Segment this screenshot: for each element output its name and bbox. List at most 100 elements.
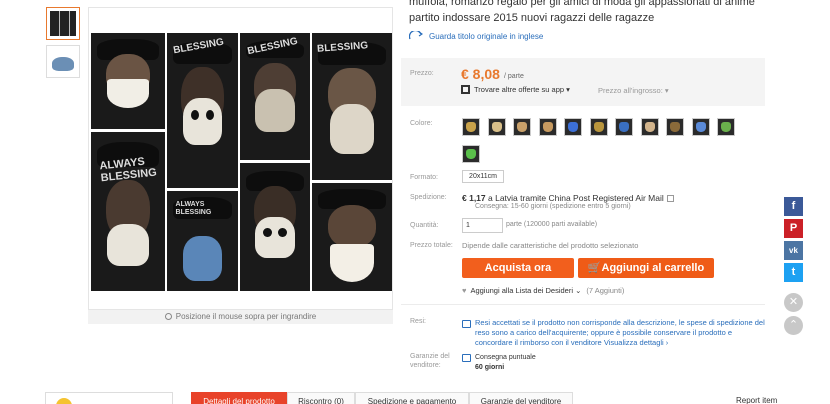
add-to-cart-button[interactable]: 🛒Aggiungi al carrello bbox=[578, 258, 714, 278]
color-swatch[interactable] bbox=[487, 118, 506, 136]
caret-down-icon: ▾ bbox=[566, 85, 570, 94]
collage-tile: ALWAYS BLESSING bbox=[91, 132, 165, 291]
product-title: muffola, romanzo regalo per gli amici di… bbox=[409, 0, 769, 26]
title-line-2: partito indossare 2015 nuovi ragazzi del… bbox=[409, 12, 655, 24]
color-swatch[interactable] bbox=[564, 118, 582, 136]
main-product-image[interactable]: ALWAYS BLESSING BLESSING ALWAYS BLESSING… bbox=[88, 7, 393, 310]
vk-share-icon[interactable]: vk bbox=[784, 241, 803, 260]
mask-icon bbox=[619, 122, 629, 132]
delivery-icon bbox=[462, 354, 471, 362]
facebook-share-icon[interactable]: f bbox=[784, 197, 803, 216]
mask-icon bbox=[517, 122, 527, 132]
thumbnail-2[interactable] bbox=[46, 45, 80, 78]
mask-icon bbox=[466, 149, 476, 159]
close-icon[interactable]: ✕ bbox=[784, 293, 803, 312]
scroll-top-icon[interactable]: ⌃ bbox=[784, 316, 803, 335]
color-label: Colore: bbox=[410, 120, 433, 127]
guarantee-label: Garanzie del venditore: bbox=[410, 353, 450, 369]
format-option[interactable]: 20x11cm bbox=[462, 170, 504, 183]
shipping-info: € 1,17 a Latvia tramite China Post Regis… bbox=[462, 193, 674, 203]
twitter-share-icon[interactable]: t bbox=[784, 263, 803, 282]
shipping-price: € 1,17 bbox=[462, 193, 486, 203]
returns-policy: Resi accettati se il prodotto non corris… bbox=[475, 318, 767, 348]
tab-seller-guarantees[interactable]: Garanzie del venditore bbox=[469, 392, 573, 404]
color-swatch[interactable] bbox=[666, 118, 684, 136]
color-swatch[interactable] bbox=[513, 118, 531, 136]
quantity-label: Quantità: bbox=[410, 222, 439, 229]
magnifier-icon bbox=[164, 313, 172, 320]
tab-shipping-payment[interactable]: Spedizione e pagamento bbox=[355, 392, 469, 404]
divider bbox=[401, 304, 765, 305]
returns-label: Resi: bbox=[410, 318, 426, 325]
total-note: Dipende dalle caratteristiche del prodot… bbox=[462, 241, 639, 250]
thumbnail-image bbox=[50, 49, 76, 74]
color-swatch[interactable] bbox=[691, 118, 710, 136]
wishlist-count: (7 Aggiunti) bbox=[586, 286, 625, 295]
pinterest-share-icon[interactable]: P bbox=[784, 219, 803, 238]
mask-icon bbox=[542, 122, 553, 132]
view-original-text: Guarda titolo originale in inglese bbox=[429, 32, 544, 41]
color-swatch[interactable] bbox=[462, 145, 480, 163]
delivery-note: Consegna: 15-60 giorni (spedizione entro… bbox=[475, 203, 631, 210]
tab-feedback[interactable]: Riscontro (0) bbox=[287, 392, 355, 404]
tab-product-details[interactable]: Dettagli del prodotto bbox=[191, 392, 287, 404]
heart-icon: ♥ bbox=[462, 286, 467, 295]
image-collage: ALWAYS BLESSING BLESSING ALWAYS BLESSING… bbox=[91, 33, 392, 291]
price-unit: / parte bbox=[504, 73, 524, 80]
qr-code-icon bbox=[461, 85, 470, 94]
price-label: Prezzo: bbox=[410, 70, 434, 77]
report-item-link[interactable]: Report item bbox=[736, 396, 777, 404]
app-offers-text: Trovare altre offerte su app bbox=[474, 85, 565, 94]
shipping-method: a Latvia tramite China Post Registered A… bbox=[488, 193, 664, 203]
color-swatch[interactable] bbox=[462, 118, 480, 136]
price-value: € 8,08 bbox=[461, 66, 500, 82]
mask-icon bbox=[644, 122, 655, 132]
price-panel bbox=[401, 58, 765, 106]
format-label: Formato: bbox=[410, 174, 439, 181]
color-swatch[interactable] bbox=[589, 118, 608, 136]
collage-tile: BLESSING bbox=[312, 33, 392, 180]
store-box bbox=[45, 392, 173, 404]
shipping-dropdown-icon[interactable] bbox=[666, 195, 674, 202]
color-swatch[interactable] bbox=[538, 118, 557, 136]
guarantee-days: 60 giorni bbox=[475, 364, 505, 371]
returns-details-link[interactable]: Visualizza dettagli › bbox=[604, 338, 668, 347]
mask-icon bbox=[721, 122, 731, 132]
wholesale-price-dropdown[interactable]: Prezzo all'ingrosso: ▾ bbox=[598, 86, 669, 95]
color-swatch[interactable] bbox=[615, 118, 633, 136]
app-offers-dropdown[interactable]: Trovare altre offerte su app ▾ bbox=[461, 85, 570, 94]
mask-icon bbox=[593, 122, 604, 132]
shipping-label: Spedizione: bbox=[410, 194, 447, 201]
mask-icon bbox=[670, 122, 680, 132]
collage-tile: ALWAYS BLESSING bbox=[167, 191, 238, 291]
total-label: Prezzo totale: bbox=[410, 242, 453, 249]
product-page: ALWAYS BLESSING BLESSING ALWAYS BLESSING… bbox=[0, 0, 830, 404]
collage-tile: BLESSING bbox=[240, 33, 310, 160]
wishlist-text: Aggiungi alla Lista dei Desideri bbox=[470, 286, 574, 295]
cap-text: ALWAYS BLESSING bbox=[175, 201, 212, 216]
wholesale-text: Prezzo all'ingrosso: bbox=[598, 86, 663, 95]
thumbnail-image bbox=[50, 11, 76, 36]
mask-icon bbox=[568, 122, 578, 132]
coin-icon bbox=[56, 398, 72, 404]
collage-tile: BLESSING bbox=[167, 33, 238, 188]
collage-tile bbox=[91, 33, 165, 129]
quantity-input[interactable]: 1 bbox=[462, 218, 503, 233]
zoom-hint: Posizione il mouse sopra per ingrandire bbox=[88, 310, 393, 324]
quantity-available: parte (120000 parti available) bbox=[506, 221, 598, 228]
buy-now-button[interactable]: Acquista ora bbox=[462, 258, 574, 278]
returns-icon bbox=[462, 320, 471, 328]
thumbnail-1[interactable] bbox=[46, 7, 80, 40]
view-original-title-link[interactable]: Guarda titolo originale in inglese bbox=[409, 31, 543, 41]
translate-icon bbox=[409, 31, 423, 40]
guarantee-item: Consegna puntuale bbox=[475, 354, 536, 361]
cart-icon: 🛒 bbox=[587, 262, 602, 274]
collage-tile bbox=[240, 163, 310, 291]
mask-icon bbox=[466, 122, 476, 132]
color-swatch[interactable] bbox=[717, 118, 735, 136]
title-line-1: muffola, romanzo regalo per gli amici di… bbox=[409, 0, 755, 8]
color-swatch[interactable] bbox=[640, 118, 659, 136]
collage-tile bbox=[312, 183, 392, 291]
wishlist-link[interactable]: ♥ Aggiungi alla Lista dei Desideri ⌄ (7 Ag… bbox=[462, 286, 624, 295]
mask-icon bbox=[491, 122, 502, 132]
